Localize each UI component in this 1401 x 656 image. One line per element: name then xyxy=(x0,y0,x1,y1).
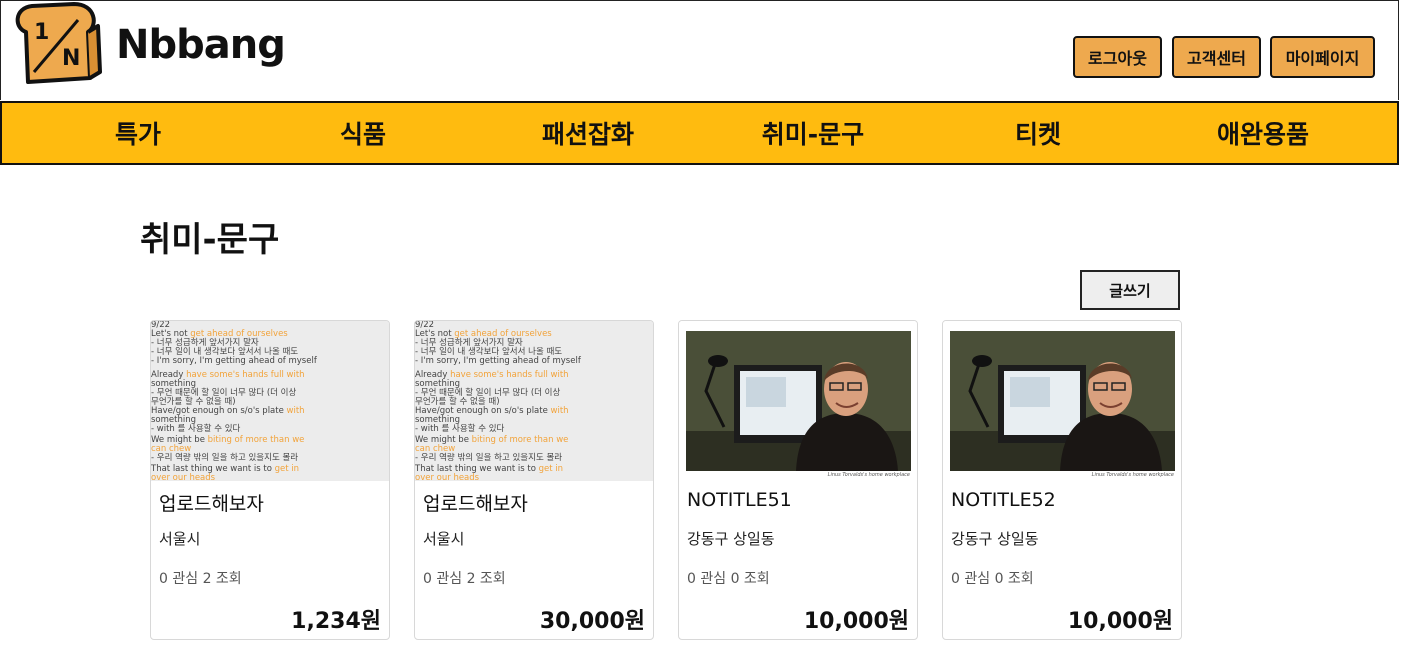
logo-mark-top: 1 xyxy=(34,20,50,45)
nav-item-food[interactable]: 식품 xyxy=(313,103,413,163)
card-stats: 0 관심 0 조회 xyxy=(687,571,770,587)
card-price: 10,000원 xyxy=(803,609,909,634)
photo-caption: Linus Torvalds's home workplace xyxy=(827,472,910,478)
logo-text: Nbbang xyxy=(116,22,286,68)
category-nav: 특가 식품 패션잡화 취미-문구 티켓 애완용품 xyxy=(0,101,1399,165)
photo-caption: Linus Torvalds's home workplace xyxy=(1091,472,1174,478)
page-title: 취미-문구 xyxy=(140,220,280,260)
note-line: - with 를 사용할 수 있다 xyxy=(415,424,505,434)
note-line: - 우리 역량 밖의 일을 하고 있을지도 몰라 xyxy=(415,453,563,463)
nav-item-fashion[interactable]: 패션잡화 xyxy=(518,103,658,163)
card-title: NOTITLE52 xyxy=(951,489,1056,511)
logout-button[interactable]: 로그아웃 xyxy=(1073,36,1162,78)
card-price: 1,234원 xyxy=(291,609,381,634)
card-title: 업로드해보자 xyxy=(423,493,528,515)
note-line: - I'm sorry, I'm getting ahead of myself xyxy=(151,356,317,366)
note-thumbnail: 9/22 Let's not get ahead of ourselves - 너… xyxy=(151,321,389,481)
nav-item-pet[interactable]: 애완용품 xyxy=(1198,103,1328,163)
photo-thumbnail: Linus Torvalds's home workplace xyxy=(943,321,1181,481)
card-stats: 0 관심 2 조회 xyxy=(423,571,506,587)
card-price: 10,000원 xyxy=(1067,609,1173,634)
product-card[interactable]: 9/22 Let's not get ahead of ourselves - 너… xyxy=(150,320,390,640)
note-line: - 우리 역량 밖의 일을 하고 있을지도 몰라 xyxy=(151,453,299,463)
product-card[interactable]: Linus Torvalds's home workplace NOTITLE5… xyxy=(942,320,1182,640)
my-page-button[interactable]: 마이페이지 xyxy=(1270,36,1375,78)
nav-item-ticket[interactable]: 티켓 xyxy=(988,103,1088,163)
card-title: 업로드해보자 xyxy=(159,493,264,515)
note-line: - with 를 사용할 수 있다 xyxy=(151,424,241,434)
card-location: 강동구 상일동 xyxy=(951,530,1039,548)
card-location: 강동구 상일동 xyxy=(687,530,775,548)
customer-center-button[interactable]: 고객센터 xyxy=(1172,36,1261,78)
product-photo xyxy=(950,331,1175,471)
note-line: - I'm sorry, I'm getting ahead of myself xyxy=(415,356,581,366)
card-location: 서울시 xyxy=(423,530,465,548)
product-card[interactable]: Linus Torvalds's home workplace NOTITLE5… xyxy=(678,320,918,640)
nav-item-special[interactable]: 특가 xyxy=(88,103,188,163)
product-card[interactable]: 9/22 Let's not get ahead of ourselves - 너… xyxy=(414,320,654,640)
site-logo[interactable]: 1 N Nbbang xyxy=(12,2,286,84)
card-location: 서울시 xyxy=(159,530,201,548)
product-photo xyxy=(686,331,911,471)
note-line: over our heads xyxy=(415,473,480,482)
bread-logo-icon xyxy=(15,2,102,84)
logo-mark-bottom: N xyxy=(62,46,81,71)
card-stats: 0 관심 2 조회 xyxy=(159,571,242,587)
card-stats: 0 관심 0 조회 xyxy=(951,571,1034,587)
card-title: NOTITLE51 xyxy=(687,489,792,511)
write-button[interactable]: 글쓰기 xyxy=(1080,270,1180,310)
card-price: 30,000원 xyxy=(539,609,645,634)
nav-item-hobby[interactable]: 취미-문구 xyxy=(738,103,888,163)
note-line: over our heads xyxy=(151,473,216,482)
photo-thumbnail: Linus Torvalds's home workplace xyxy=(679,321,917,481)
note-thumbnail: 9/22 Let's not get ahead of ourselves - 너… xyxy=(415,321,653,481)
